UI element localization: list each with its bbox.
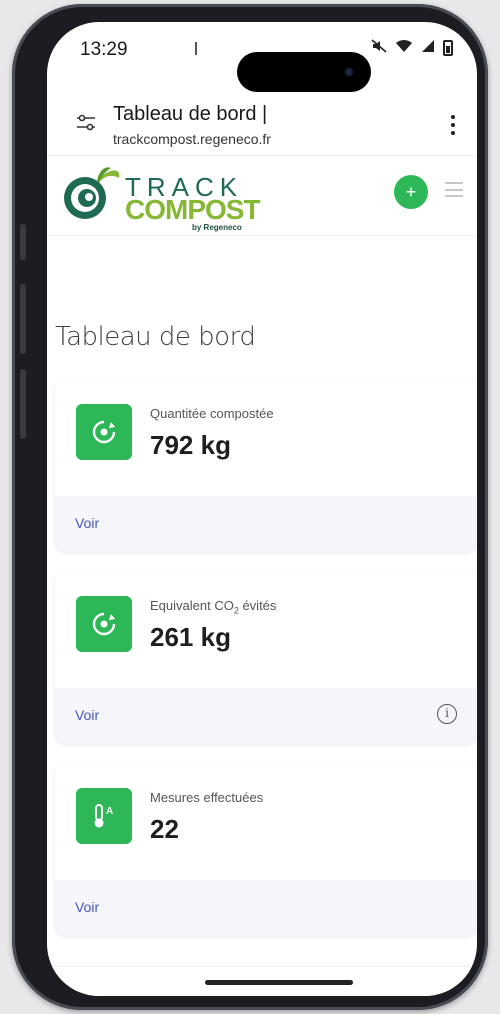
- thermometer-icon: A: [76, 788, 132, 844]
- card-label: Quantitée compostée: [150, 406, 274, 421]
- status-icons: [371, 39, 453, 57]
- wifi-icon: [395, 39, 413, 57]
- card-value: 22: [150, 814, 179, 844]
- more-options-icon[interactable]: [451, 115, 455, 135]
- trackcompost-logo[interactable]: TRACK COMPOST by Regeneco: [59, 162, 261, 232]
- view-link[interactable]: Voir: [75, 707, 99, 723]
- info-circle-icon[interactable]: i: [437, 704, 457, 724]
- battery-icon: [443, 40, 453, 56]
- compost-recycle-icon: [76, 404, 132, 460]
- browser-domain: trackcompost.regeneco.fr: [113, 131, 271, 147]
- phone-frame: 13:29 Tableau de bord | trackcompost.reg…: [12, 4, 488, 1010]
- status-time: 13:29: [80, 39, 128, 60]
- logo-text-compost: COMPOST: [125, 194, 261, 225]
- stat-card-compost-quantity: Quantitée compostée 792 kg Voir: [55, 380, 477, 552]
- screen: 13:29 Tableau de bord | trackcompost.reg…: [47, 22, 477, 996]
- logo-mark-icon: [64, 167, 120, 219]
- hamburger-menu-icon[interactable]: [445, 182, 463, 197]
- page-title: Tableau de bord: [55, 322, 256, 352]
- status-indicator: [195, 42, 197, 55]
- app-header: TRACK COMPOST by Regeneco +: [47, 156, 477, 236]
- volume-up-button: [20, 284, 26, 354]
- signal-icon: [421, 39, 435, 57]
- mute-icon: [371, 39, 387, 57]
- card-footer: Voir i: [55, 688, 477, 744]
- home-indicator[interactable]: [205, 980, 353, 985]
- add-button[interactable]: +: [394, 175, 428, 209]
- view-link[interactable]: Voir: [75, 899, 99, 915]
- browser-url-bar[interactable]: Tableau de bord | trackcompost.regeneco.…: [47, 84, 477, 156]
- status-bar: 13:29: [47, 22, 477, 78]
- card-label: Mesures effectuées: [150, 790, 264, 805]
- stat-card-measurements: A Mesures effectuées 22 Voir: [55, 764, 477, 936]
- stat-card-co2-avoided: Equivalent CO2 évités 261 kg Voir i: [55, 572, 477, 744]
- site-settings-icon[interactable]: [75, 114, 97, 132]
- card-label: Equivalent CO2 évités: [150, 598, 277, 616]
- volume-down-button: [20, 369, 26, 439]
- card-footer: Voir: [55, 880, 477, 936]
- view-link[interactable]: Voir: [75, 515, 99, 531]
- card-footer: Voir: [55, 496, 477, 552]
- svg-text:A: A: [106, 806, 113, 817]
- side-button: [20, 224, 26, 260]
- compost-recycle-icon: [76, 596, 132, 652]
- card-value: 792 kg: [150, 430, 231, 460]
- card-value: 261 kg: [150, 622, 231, 652]
- logo-tagline: by Regeneco: [192, 223, 242, 232]
- browser-page-title: Tableau de bord |: [113, 103, 268, 125]
